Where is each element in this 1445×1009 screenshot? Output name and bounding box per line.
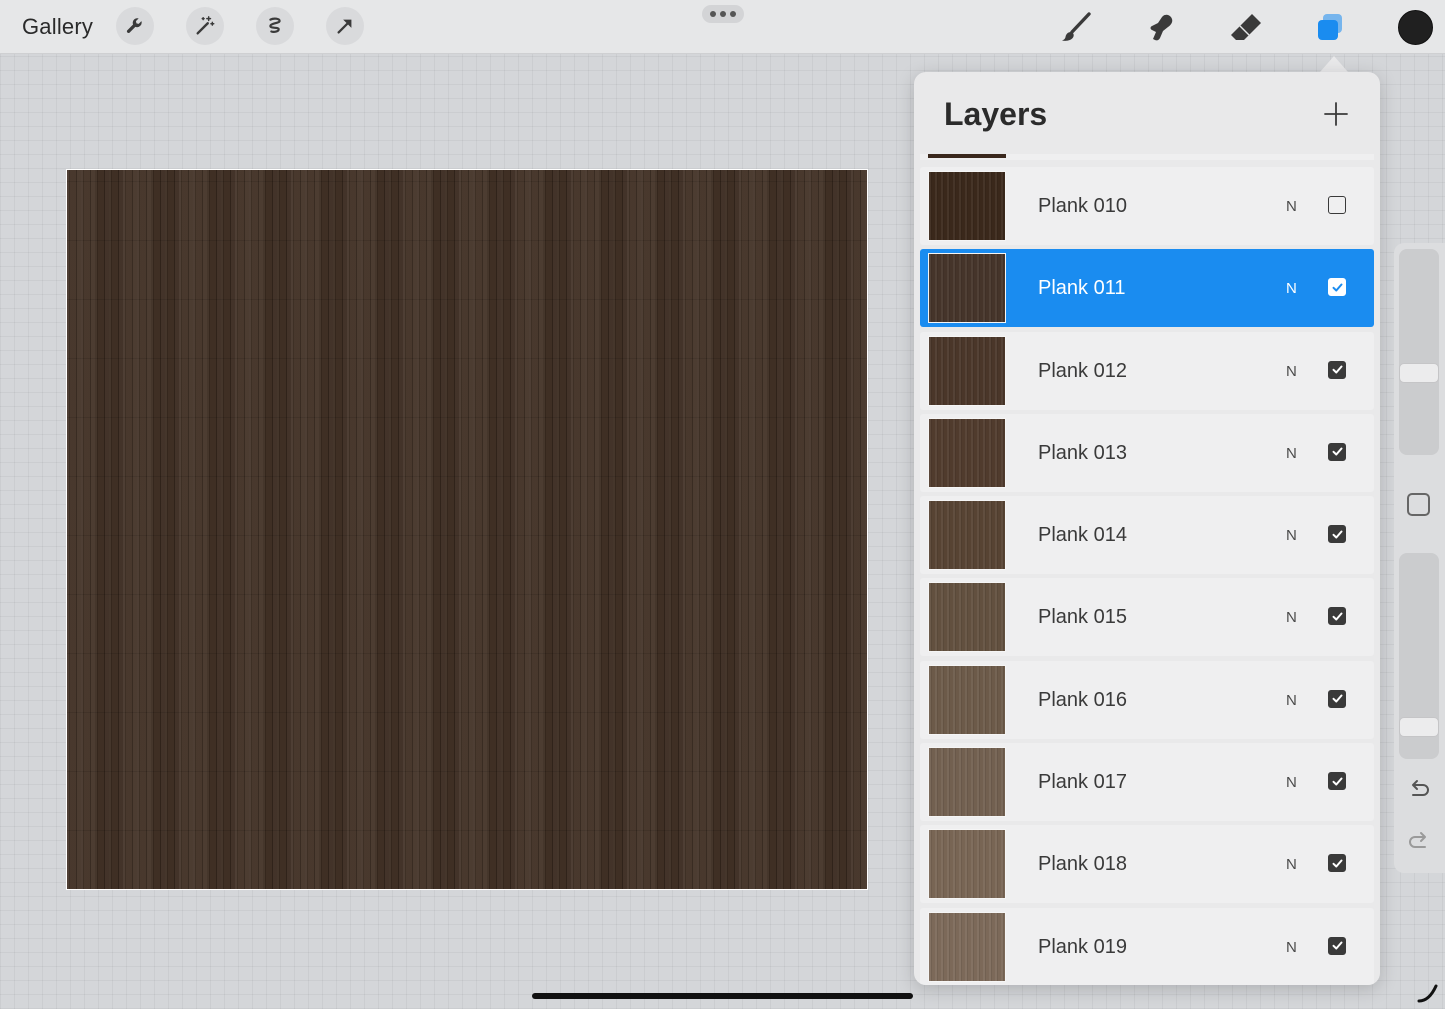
visibility-checkbox[interactable] xyxy=(1328,525,1346,544)
opacity-slider[interactable] xyxy=(1399,553,1439,759)
color-swatch[interactable] xyxy=(1398,10,1433,45)
layers-icon[interactable] xyxy=(1310,8,1350,48)
layer-name: Plank 012 xyxy=(1038,359,1127,382)
layer-row[interactable]: Plank 017 N xyxy=(920,743,1374,822)
visibility-checkbox[interactable] xyxy=(1328,607,1346,626)
add-layer-button[interactable] xyxy=(1320,98,1352,130)
quick-stroke-icon xyxy=(1417,984,1438,1003)
check-icon xyxy=(1332,859,1342,868)
check-icon xyxy=(1332,365,1342,374)
check-icon xyxy=(1332,777,1342,786)
opacity-slider-thumb[interactable] xyxy=(1399,717,1439,737)
check-icon xyxy=(1332,283,1342,292)
layer-row[interactable]: Plank 015 N xyxy=(920,578,1374,657)
layer-name: Plank 011 xyxy=(1038,277,1126,300)
blend-mode-button[interactable]: N xyxy=(1286,856,1297,873)
layer-row[interactable]: Plank 012 N xyxy=(920,331,1374,410)
visibility-checkbox[interactable] xyxy=(1328,360,1346,379)
layer-row[interactable]: Plank 016 N xyxy=(920,660,1374,739)
layer-thumbnail xyxy=(928,911,1006,982)
gallery-button[interactable]: Gallery xyxy=(22,14,93,40)
plus-icon xyxy=(1324,102,1348,126)
blend-mode-button[interactable]: N xyxy=(1286,774,1297,791)
check-icon xyxy=(1332,694,1342,703)
visibility-checkbox[interactable] xyxy=(1328,196,1346,214)
layer-name: Plank 010 xyxy=(1038,195,1127,217)
layer-list: Plank 010 N Plank 011 N Plank 012 N Plan… xyxy=(920,167,1374,985)
redo-icon[interactable] xyxy=(1406,830,1432,854)
visibility-checkbox[interactable] xyxy=(1328,772,1346,791)
blend-mode-button[interactable]: N xyxy=(1286,609,1297,626)
visibility-checkbox[interactable] xyxy=(1328,936,1346,955)
blend-mode-button[interactable]: N xyxy=(1286,527,1297,544)
layer-row[interactable]: Plank 018 N xyxy=(920,825,1374,904)
check-icon xyxy=(1332,530,1342,539)
layer-row-partial xyxy=(920,154,1374,160)
layers-title: Layers xyxy=(944,96,1048,132)
blend-mode-button[interactable]: N xyxy=(1286,280,1297,297)
layer-thumbnail xyxy=(928,829,1006,900)
eraser-icon[interactable] xyxy=(1226,8,1266,48)
transform-arrow-icon[interactable] xyxy=(326,7,364,45)
blend-mode-button[interactable]: N xyxy=(1286,939,1297,956)
blend-mode-button[interactable]: N xyxy=(1286,692,1297,709)
smudge-icon[interactable] xyxy=(1141,8,1181,48)
visibility-checkbox[interactable] xyxy=(1328,689,1346,708)
ellipsis-icon[interactable] xyxy=(702,5,744,23)
size-slider-thumb[interactable] xyxy=(1399,363,1439,383)
visibility-checkbox[interactable] xyxy=(1328,854,1346,873)
layer-thumbnail xyxy=(928,171,1006,241)
layer-name: Plank 015 xyxy=(1038,606,1127,629)
layer-row[interactable]: Plank 013 N xyxy=(920,413,1374,492)
layer-row[interactable]: Plank 014 N xyxy=(920,496,1374,575)
layer-row[interactable]: Plank 010 N xyxy=(920,167,1374,245)
layer-name: Plank 019 xyxy=(1038,935,1127,958)
layer-thumbnail xyxy=(928,500,1006,571)
wrench-icon[interactable] xyxy=(116,7,154,45)
panel-caret xyxy=(1320,56,1348,72)
side-bar xyxy=(1394,243,1445,873)
layer-name: Plank 018 xyxy=(1038,853,1127,876)
blend-mode-button[interactable]: N xyxy=(1286,198,1297,215)
layer-row[interactable]: Plank 019 N xyxy=(920,907,1374,985)
layer-thumbnail xyxy=(928,582,1006,653)
visibility-checkbox[interactable] xyxy=(1328,442,1346,461)
layer-thumbnail xyxy=(928,664,1006,735)
layer-row[interactable]: Plank 011 N xyxy=(920,249,1374,328)
selection-icon[interactable] xyxy=(256,7,294,45)
top-toolbar: Gallery xyxy=(0,0,1445,54)
check-icon xyxy=(1332,941,1342,950)
blend-mode-button[interactable]: N xyxy=(1286,363,1297,380)
blend-mode-button[interactable]: N xyxy=(1286,445,1297,462)
layer-name: Plank 013 xyxy=(1038,441,1127,464)
size-slider[interactable] xyxy=(1399,249,1439,455)
magic-wand-icon[interactable] xyxy=(186,7,224,45)
visibility-checkbox[interactable] xyxy=(1328,278,1346,297)
layers-panel: Layers Plank 010 N Plank 011 N Plank 012… xyxy=(914,72,1380,985)
modify-square-icon[interactable] xyxy=(1407,493,1430,516)
home-indicator[interactable] xyxy=(532,993,913,999)
layer-thumbnail xyxy=(928,253,1006,324)
layer-name: Plank 017 xyxy=(1038,771,1127,794)
layer-thumbnail xyxy=(928,335,1006,406)
check-icon xyxy=(1332,447,1342,456)
brush-icon[interactable] xyxy=(1057,8,1097,48)
drawing-canvas[interactable] xyxy=(66,169,868,890)
layer-thumbnail xyxy=(928,747,1006,818)
layer-name: Plank 014 xyxy=(1038,524,1127,547)
layer-thumbnail xyxy=(928,417,1006,488)
layer-name: Plank 016 xyxy=(1038,688,1127,711)
undo-icon[interactable] xyxy=(1406,778,1432,802)
check-icon xyxy=(1332,612,1342,621)
